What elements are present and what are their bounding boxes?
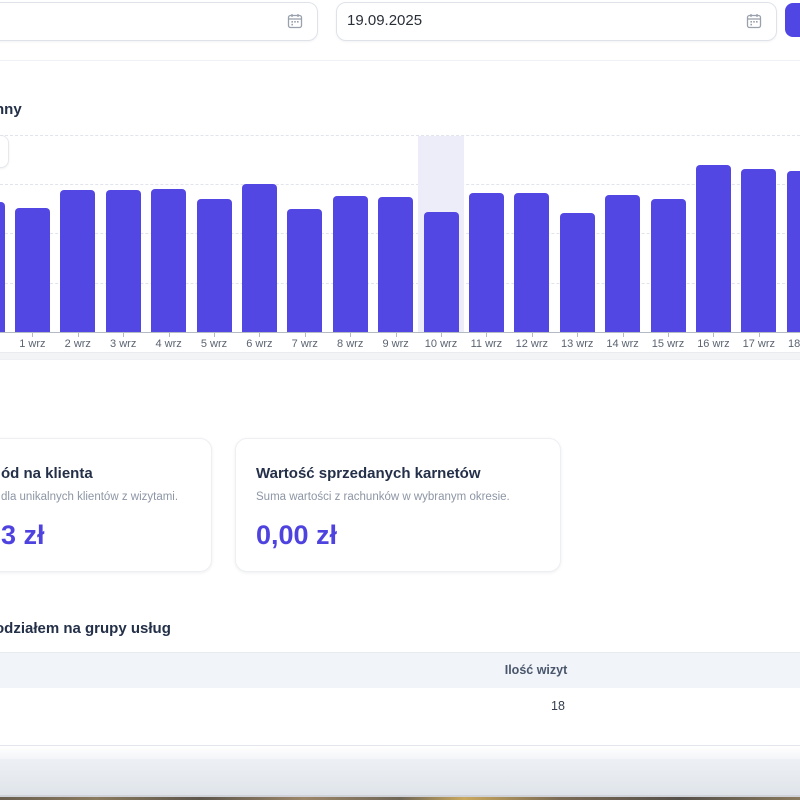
x-axis-tick	[623, 333, 624, 337]
x-axis-label: 14 wrz	[593, 338, 653, 350]
x-axis-label: 6 wrz	[229, 338, 289, 350]
x-axis-label: 5 wrz	[184, 338, 244, 350]
bar-17 wrz[interactable]	[741, 169, 776, 332]
chart-gridline	[0, 135, 800, 136]
bar-2 wrz[interactable]	[60, 190, 95, 332]
window-bottom-band	[0, 759, 800, 795]
x-axis-tick	[214, 333, 215, 337]
x-axis-label: 2 wrz	[48, 338, 108, 350]
x-axis-label: 1 wrz	[2, 338, 62, 350]
card-subtitle: Suma wartości z rachunków w wybranym okr…	[256, 491, 540, 503]
x-axis-tick	[713, 333, 714, 337]
chart-legend-chip[interactable]	[0, 135, 9, 168]
bar-11 wrz[interactable]	[469, 193, 504, 332]
x-axis-label: 16 wrz	[683, 338, 743, 350]
x-axis-tick	[350, 333, 351, 337]
date-from-input[interactable]	[0, 2, 318, 41]
chart-section-bottom-edge	[0, 352, 800, 360]
x-axis-tick	[78, 333, 79, 337]
card-sold-passes-value: Wartość sprzedanych karnetów Suma wartoś…	[235, 438, 561, 572]
card-subtitle: dla unikalnych klientów z wizytami.	[1, 491, 191, 503]
bar-7 wrz[interactable]	[287, 209, 322, 332]
x-axis-tick	[32, 333, 33, 337]
table-row: 18	[0, 688, 800, 745]
x-axis-tick	[259, 333, 260, 337]
bar-16 wrz[interactable]	[696, 165, 731, 332]
calendar-icon[interactable]	[287, 13, 303, 34]
dashboard-page: 19.09.2025 nny 1 wrz2 wrz3 wrz4 wrz5 wrz…	[0, 0, 800, 800]
x-axis-label: 18 wrz	[774, 338, 800, 350]
bar-8 wrz[interactable]	[333, 196, 368, 332]
column-header-visits-count[interactable]: Ilość wizyt	[436, 663, 636, 677]
x-axis-tick	[486, 333, 487, 337]
bar-1 wrz[interactable]	[15, 208, 50, 332]
x-axis-tick	[169, 333, 170, 337]
x-axis-label: 4 wrz	[139, 338, 199, 350]
bar-13 wrz[interactable]	[560, 213, 595, 332]
x-axis-label: 12 wrz	[502, 338, 562, 350]
bar-14 wrz[interactable]	[605, 195, 640, 332]
card-title: ód na klienta	[1, 465, 191, 482]
x-axis-tick	[305, 333, 306, 337]
cell-visits-count: 18	[458, 699, 658, 713]
bar-15 wrz[interactable]	[651, 199, 686, 332]
x-axis-label: 10 wrz	[411, 338, 471, 350]
chart-title: nny	[0, 101, 22, 118]
x-axis-label: 13 wrz	[547, 338, 607, 350]
card-value: 0,00 zł	[256, 520, 540, 551]
date-to-value: 19.09.2025	[347, 12, 422, 29]
x-axis-label: 8 wrz	[320, 338, 380, 350]
x-axis-tick	[441, 333, 442, 337]
x-axis-label: 11 wrz	[456, 338, 516, 350]
bar-cut[interactable]	[0, 202, 5, 332]
date-to-input[interactable]: 19.09.2025	[336, 2, 777, 41]
calendar-icon[interactable]	[746, 13, 762, 34]
x-axis-label: 15 wrz	[638, 338, 698, 350]
x-axis-line	[0, 332, 800, 333]
apply-filter-button[interactable]	[785, 3, 800, 37]
header-divider	[0, 60, 800, 61]
bar-5 wrz[interactable]	[197, 199, 232, 332]
x-axis-tick	[759, 333, 760, 337]
bar-4 wrz[interactable]	[151, 189, 186, 332]
x-axis-label: 3 wrz	[93, 338, 153, 350]
bar-12 wrz[interactable]	[514, 193, 549, 332]
content-bottom-fade	[0, 746, 800, 759]
table-section-title: odziałem na grupy usług	[0, 620, 171, 637]
table-header-row: Ilość wizyt	[0, 652, 800, 690]
x-axis-label: 9 wrz	[366, 338, 426, 350]
card-title: Wartość sprzedanych karnetów	[256, 465, 540, 482]
x-axis-label: 17 wrz	[729, 338, 789, 350]
bar-6 wrz[interactable]	[242, 184, 277, 332]
bar-9 wrz[interactable]	[378, 197, 413, 332]
bar-18 wrz[interactable]	[787, 171, 800, 332]
card-value: 3 zł	[1, 520, 191, 551]
card-revenue-per-client: ód na klienta dla unikalnych klientów z …	[0, 438, 212, 572]
x-axis-tick	[668, 333, 669, 337]
x-axis-tick	[123, 333, 124, 337]
x-axis-label: 7 wrz	[275, 338, 335, 350]
bar-10 wrz[interactable]	[424, 212, 459, 332]
chart-gridline	[0, 184, 800, 185]
x-axis-tick	[396, 333, 397, 337]
x-axis-tick	[532, 333, 533, 337]
bar-3 wrz[interactable]	[106, 190, 141, 332]
x-axis-tick	[577, 333, 578, 337]
